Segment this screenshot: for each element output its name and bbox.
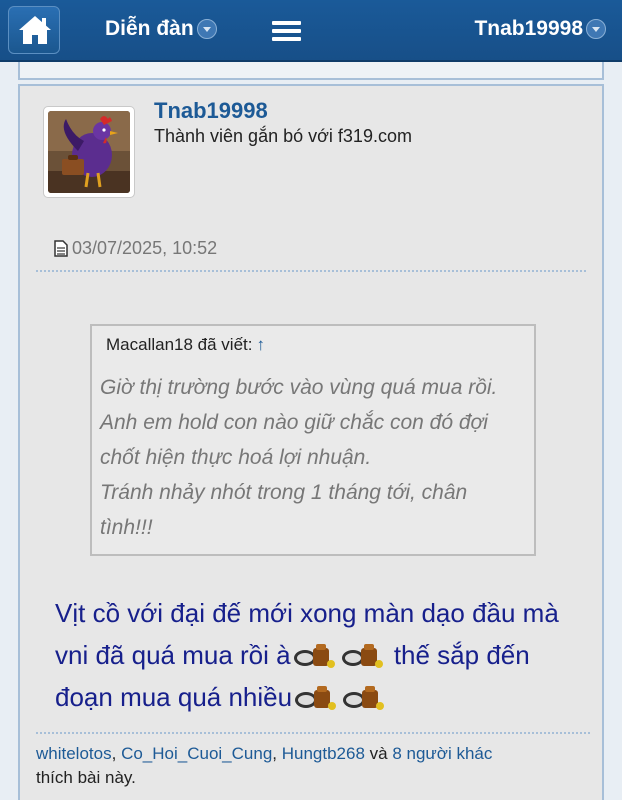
likes-summary: whitelotos, Co_Hoi_Cuoi_Cung, Hungtb268 …: [36, 732, 590, 790]
money-bag-smiley-icon: [343, 686, 385, 710]
quote-author: Macallan18 đã viết:: [106, 335, 253, 354]
quote-line: chốt hiện thực hoá lợi nhuận.: [100, 446, 372, 469]
money-bag-smiley-icon: [295, 686, 337, 710]
post-date: 03/07/2025, 10:52: [54, 238, 217, 259]
home-icon: [19, 16, 51, 44]
post-message: Vịt cồ với đại đế mới xong màn dạo đầu m…: [55, 592, 575, 718]
liker-link[interactable]: whitelotos: [36, 744, 112, 763]
quote-block: Macallan18 đã viết: ↑ Giờ thị trường bước…: [90, 324, 536, 556]
money-bag-smiley-icon: [293, 644, 335, 668]
likes-and: và: [364, 744, 393, 763]
hamburger-menu-button[interactable]: [272, 21, 301, 41]
post-author-title: Thành viên gắn bó với f319.com: [154, 126, 412, 146]
quote-line: Anh em hold con nào giữ chắc con đó đợi: [100, 411, 488, 434]
chevron-down-icon: [196, 19, 217, 39]
quote-line: Tránh nhảy nhót trong 1 tháng tới, chân: [100, 481, 468, 504]
user-menu[interactable]: Tnab19998: [474, 17, 606, 41]
post-date-text: 03/07/2025, 10:52: [72, 238, 218, 258]
document-icon: [54, 240, 68, 257]
likes-others-link[interactable]: 8 người khác: [392, 744, 492, 763]
quote-line: Giờ thị trường bước vào vùng quá mua rồi…: [100, 376, 498, 399]
divider: [36, 270, 586, 272]
post: Tnab19998 Thành viên gắn bó với f319.com…: [18, 84, 604, 800]
menu-line-icon: [272, 29, 301, 33]
quote-header: Macallan18 đã viết: ↑: [106, 335, 265, 355]
liker-link[interactable]: Co_Hoi_Cuoi_Cung: [121, 744, 272, 763]
forum-menu[interactable]: Diễn đàn: [105, 17, 217, 41]
previous-post-edge: [18, 62, 604, 80]
chevron-down-icon: [586, 19, 606, 39]
post-author-name[interactable]: Tnab19998: [154, 98, 268, 124]
likes-separator: ,: [111, 744, 122, 763]
likes-tail-text: thích bài này.: [36, 768, 136, 787]
quote-line: tình!!!: [100, 516, 153, 539]
quote-body: Giờ thị trường bước vào vùng quá mua rồi…: [100, 370, 530, 545]
avatar[interactable]: [43, 106, 135, 198]
menu-line-icon: [272, 21, 301, 25]
forum-menu-label: Diễn đàn: [105, 17, 194, 40]
rooster-avatar-icon: [48, 111, 130, 193]
user-menu-label: Tnab19998: [474, 17, 583, 40]
money-bag-smiley-icon: [341, 644, 383, 668]
likes-separator: ,: [272, 744, 282, 763]
menu-line-icon: [272, 37, 301, 41]
home-button[interactable]: [8, 6, 60, 54]
go-to-quoted-post-link[interactable]: ↑: [256, 335, 265, 354]
top-navbar: Diễn đàn Tnab19998: [0, 0, 622, 62]
liker-link[interactable]: Hungtb268: [282, 744, 365, 763]
